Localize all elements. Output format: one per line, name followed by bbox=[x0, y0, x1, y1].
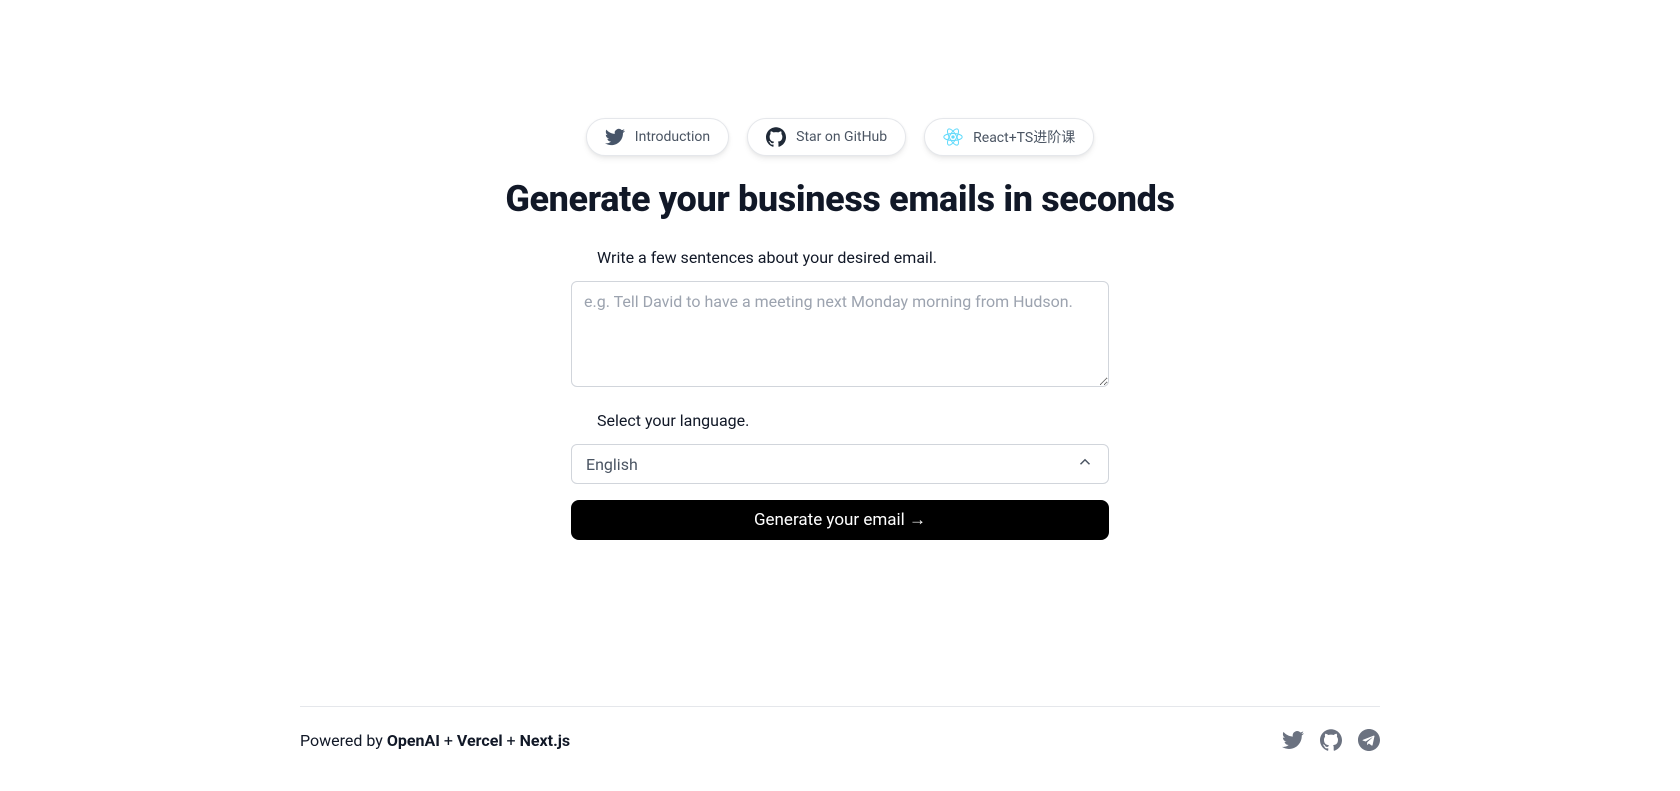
github-pill[interactable]: Star on GitHub bbox=[747, 118, 906, 156]
email-description-input[interactable] bbox=[571, 281, 1109, 387]
footer-twitter-link[interactable] bbox=[1282, 729, 1304, 751]
footer-github-link[interactable] bbox=[1320, 729, 1342, 751]
telegram-icon bbox=[1358, 736, 1380, 755]
footer-prefix: Powered by bbox=[300, 731, 387, 750]
react-course-pill-label: React+TS进阶课 bbox=[973, 127, 1075, 147]
twitter-icon bbox=[1282, 736, 1304, 755]
footer-vercel[interactable]: Vercel bbox=[457, 731, 503, 750]
footer-plus1: + bbox=[440, 731, 457, 750]
language-select-value: English bbox=[586, 455, 638, 474]
chevron-up-icon bbox=[1076, 453, 1094, 475]
github-icon bbox=[1320, 736, 1342, 755]
language-select[interactable]: English bbox=[571, 444, 1109, 484]
footer-telegram-link[interactable] bbox=[1358, 729, 1380, 751]
generate-button[interactable]: Generate your email → bbox=[571, 500, 1109, 540]
footer-credits: Powered by OpenAI + Vercel + Next.js bbox=[300, 731, 570, 750]
react-icon bbox=[943, 127, 963, 147]
github-icon bbox=[766, 127, 786, 147]
footer-nextjs[interactable]: Next.js bbox=[520, 731, 571, 750]
step1-label: Write a few sentences about your desired… bbox=[597, 248, 937, 267]
github-pill-label: Star on GitHub bbox=[796, 129, 887, 145]
step2-label: Select your language. bbox=[597, 411, 749, 430]
introduction-pill-label: Introduction bbox=[635, 129, 710, 145]
react-course-pill[interactable]: React+TS进阶课 bbox=[924, 118, 1094, 156]
footer-openai[interactable]: OpenAI bbox=[387, 731, 440, 750]
introduction-pill[interactable]: Introduction bbox=[586, 118, 729, 156]
footer-plus2: + bbox=[503, 731, 520, 750]
page-title: Generate your business emails in seconds bbox=[505, 178, 1174, 220]
twitter-icon bbox=[605, 127, 625, 147]
